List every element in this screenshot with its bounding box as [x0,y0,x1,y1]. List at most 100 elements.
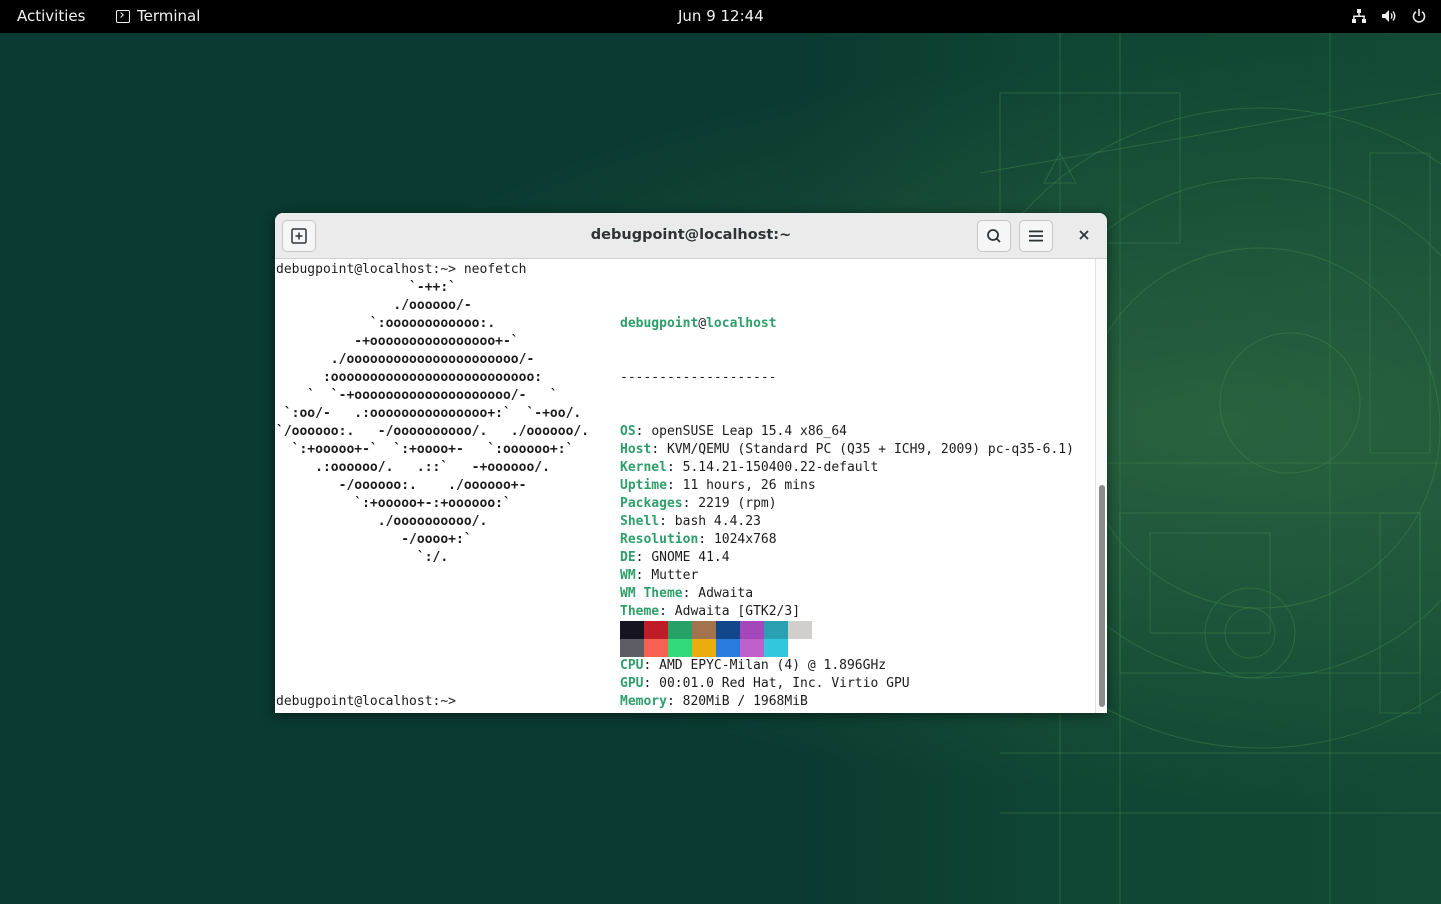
info-colon: : [659,604,675,619]
info-colon: : [643,658,660,673]
info-colon: : [635,568,652,583]
info-separator: -------------------- [620,370,777,385]
info-key: WM Theme [620,586,683,601]
menu-button[interactable] [1019,220,1053,252]
info-colon: : [666,694,683,709]
info-key: GPU [620,676,644,691]
ascii-line: :oooooooooooooooooooooooooo: [276,370,543,385]
info-key: Shell [620,514,660,529]
ascii-line: ` `-+oooooooooooooooooooo/- ` [276,388,558,403]
info-key: WM [620,568,636,583]
app-menu-terminal[interactable]: Terminal [116,7,200,25]
palette-row-normal [620,621,812,639]
power-icon[interactable] [1411,8,1427,24]
info-row: OS: openSUSE Leap 15.4 x86_64 [620,423,1074,441]
color-swatch [788,639,812,657]
color-swatch [740,639,764,657]
info-colon: : [643,676,660,691]
color-swatch [620,621,644,639]
info-row: CPU: AMD EPYC-Milan (4) @ 1.896GHz [620,657,1074,675]
system-tray[interactable] [1351,8,1427,24]
info-value: 2219 (rpm) [698,496,777,511]
ascii-line: -+oooooooooooooooo+-` [276,334,519,349]
color-swatch [716,621,740,639]
close-button[interactable] [1073,223,1095,247]
info-row: Uptime: 11 hours, 26 mins [620,477,1074,495]
info-row: GPU: 00:01.0 Red Hat, Inc. Virtio GPU [620,675,1074,693]
clock[interactable]: Jun 9 12:44 [678,7,764,25]
info-colon: : [635,424,652,439]
ascii-line: -/oooo+:` [276,532,472,547]
command-line: debugpoint@localhost:~> neofetch [276,262,527,277]
close-icon [1079,230,1089,240]
terminal-scrollbar[interactable] [1095,259,1107,713]
terminal-window[interactable]: debugpoint@localhost:~ debugpoint@localh… [275,213,1107,713]
info-user: debugpoint [620,316,699,331]
info-key: Uptime [620,478,667,493]
info-row: Resolution: 1024x768 [620,531,1074,549]
color-palette [620,621,812,657]
info-key: Host [620,442,652,457]
hamburger-menu-icon [1029,230,1043,242]
info-row: Kernel: 5.14.21-150400.22-default [620,459,1074,477]
ascii-line: `:oo/- .:ooooooooooooooo+:` `-+oo/. [276,406,582,421]
color-swatch [620,639,644,657]
ascii-line: ./oooooo/- [276,298,472,313]
ascii-line: `:+ooooo+-:+oooooo:` [276,496,511,511]
app-menu-label: Terminal [137,7,201,25]
palette-row-bright [620,639,812,657]
info-colon: : [682,586,699,601]
info-value: 820MiB / 1968MiB [682,694,808,709]
ascii-line: ./oooooooooo/. [276,514,488,529]
color-swatch [764,639,788,657]
info-colon: : [659,514,675,529]
info-key: Kernel [620,460,667,475]
info-value: 00:01.0 Red Hat, Inc. Virtio GPU [659,676,910,691]
user-host-line: debugpoint@localhost [620,315,1074,333]
info-host: localhost [706,316,777,331]
info-row: Memory: 820MiB / 1968MiB [620,693,1074,711]
ascii-line: ./oooooooooooooooooooooo/- [276,352,535,367]
info-row: WM Theme: Adwaita [620,585,1074,603]
ascii-line: -/oooooo:. ./oooooo+- [276,478,527,493]
color-swatch [692,621,716,639]
info-value: GNOME 41.4 [651,550,730,565]
info-value: Mutter [651,568,699,583]
ascii-line: .:oooooo/. .::` -+oooooo/. [276,460,550,475]
command-prompt[interactable]: debugpoint@localhost:~> [276,693,464,711]
info-row: Shell: bash 4.4.23 [620,513,1074,531]
terminal-output[interactable]: debugpoint@localhost:~> neofetch `-++:` … [275,259,1095,713]
info-key: Packages [620,496,683,511]
color-swatch [644,639,668,657]
info-row: Theme: Adwaita [GTK2/3] [620,603,1074,621]
scrollbar-thumb[interactable] [1099,485,1105,707]
window-titlebar[interactable]: debugpoint@localhost:~ [275,213,1107,259]
color-swatch [740,621,764,639]
network-icon[interactable] [1351,8,1367,24]
distro-ascii-logo: `-++:` ./oooooo/- `:oooooooooooo:. -+ooo… [276,279,589,567]
ascii-line: `:/. [276,550,449,565]
info-colon: : [666,478,683,493]
color-swatch [668,639,692,657]
info-row: Packages: 2219 (rpm) [620,495,1074,513]
info-row: WM: Mutter [620,567,1074,585]
ascii-line: `/oooooo:. -/oooooooooo/. ./oooooo/. [276,424,590,439]
color-swatch [788,621,812,639]
info-value: Adwaita [GTK2/3] [674,604,801,619]
search-button[interactable] [977,220,1011,252]
info-value: 1024x768 [713,532,777,547]
info-value: bash 4.4.23 [674,514,761,529]
info-key: OS [620,424,636,439]
info-value: 11 hours, 26 mins [682,478,816,493]
info-colon: : [651,442,667,457]
activities-button[interactable]: Activities [17,7,85,25]
volume-icon[interactable] [1381,8,1397,24]
info-key: CPU [620,658,644,673]
info-colon: : [682,496,699,511]
info-key: Theme [620,604,660,619]
info-value: AMD EPYC-Milan (4) @ 1.896GHz [659,658,887,673]
color-swatch [668,621,692,639]
info-row: Host: KVM/QEMU (Standard PC (Q35 + ICH9,… [620,441,1074,459]
info-row: DE: GNOME 41.4 [620,549,1074,567]
info-value: KVM/QEMU (Standard PC (Q35 + ICH9, 2009)… [666,442,1074,457]
